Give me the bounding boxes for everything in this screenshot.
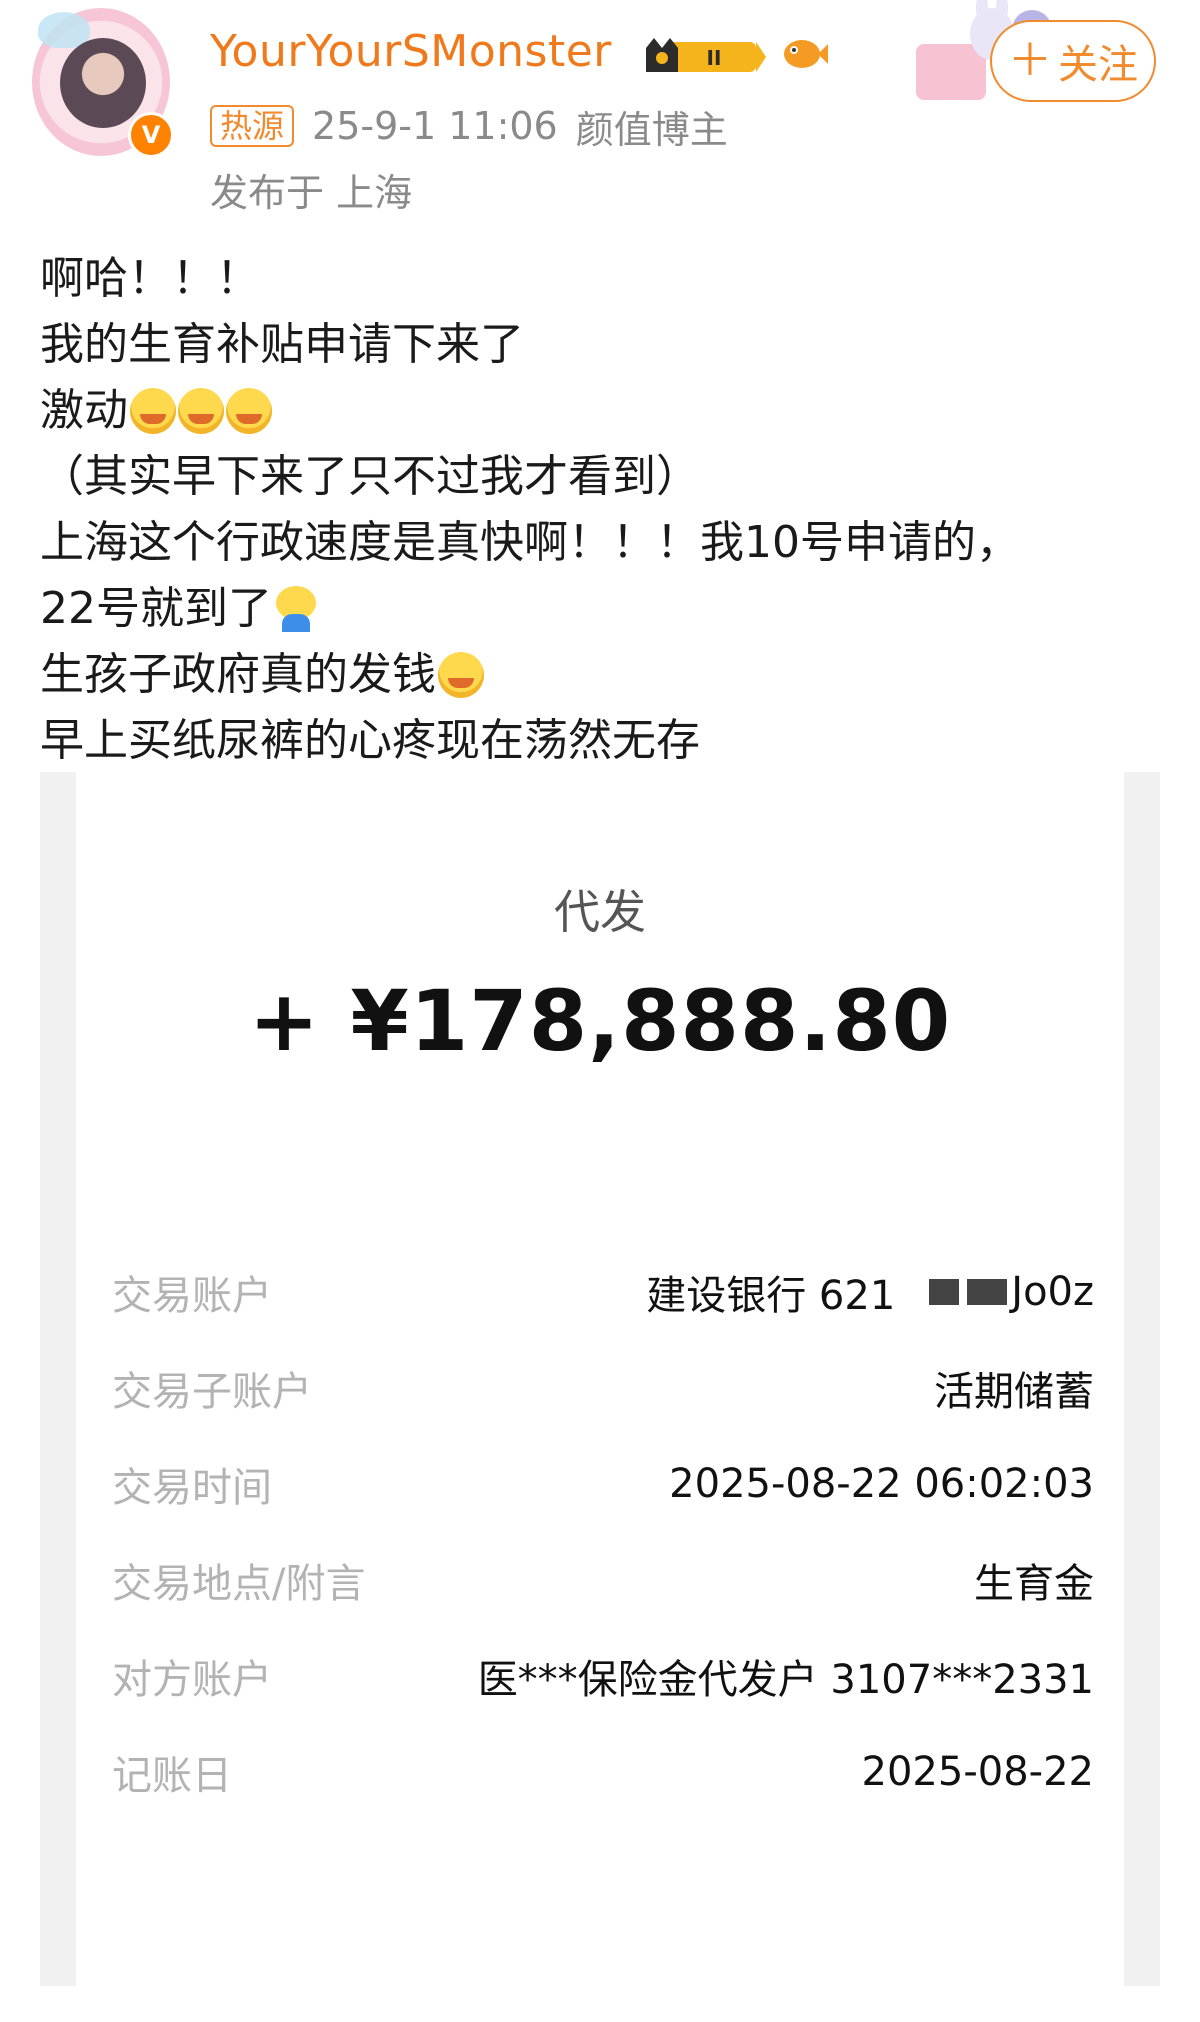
follow-label: 关注 xyxy=(1058,42,1138,88)
detail-row-note: 交易地点/附言 生育金 xyxy=(76,1550,1124,1610)
detail-row-subaccount: 交易子账户 活期储蓄 xyxy=(76,1358,1124,1418)
follow-button[interactable]: ＋ 关注 xyxy=(990,20,1156,102)
post-line: （其实早下来了只不过我才看到） xyxy=(40,444,1170,510)
post-line: 生孩子政府真的发钱 xyxy=(40,642,1170,708)
facepalm-emoji xyxy=(276,586,316,632)
verified-icon: V xyxy=(128,112,174,158)
crying-emoji xyxy=(438,652,484,698)
post-line-text: 激动 xyxy=(40,385,128,436)
crying-emoji xyxy=(226,388,272,434)
post-line-text: （其实早下来了只不过我才看到） xyxy=(40,451,700,502)
post-line-text: 22号就到了 xyxy=(40,583,272,634)
post-line-text: 啊哈！！！ xyxy=(40,253,260,304)
post-line-text: 生孩子政府真的发钱 xyxy=(40,649,436,700)
account-bank: 建设银行 621 xyxy=(646,1273,896,1319)
post-line: 我的生育补贴申请下来了 xyxy=(40,312,1170,378)
post-line: 啊哈！！！ xyxy=(40,246,1170,312)
level-badge-text: II xyxy=(707,46,722,70)
redaction-mark xyxy=(967,1279,1008,1305)
post-line-text: 早上买纸尿裤的心疼现在荡然无存 xyxy=(40,715,700,766)
post-line-text: 上海这个行政速度是真快啊！！！我10号申请的， xyxy=(40,517,1020,568)
detail-row-account: 交易账户 建设银行 621 Jo0z xyxy=(76,1262,1124,1322)
crying-emoji xyxy=(130,388,176,434)
detail-value: 医***保险金代发户 3107***2331 xyxy=(477,1657,1094,1703)
detail-label: 记账日 xyxy=(112,1753,232,1799)
detail-value: 2025-08-22 06:02:03 xyxy=(669,1461,1094,1507)
detail-label: 对方账户 xyxy=(112,1657,272,1703)
account-suffix: Jo0z xyxy=(1011,1269,1094,1315)
redaction-mark xyxy=(929,1279,960,1305)
detail-label: 交易地点/附言 xyxy=(112,1561,366,1607)
username[interactable]: YourYourSMonster xyxy=(210,26,612,77)
post-line: 早上买纸尿裤的心疼现在荡然无存 xyxy=(40,708,1170,774)
post-text: 啊哈！！！ 我的生育补贴申请下来了 激动 （其实早下来了只不过我才看到） 上海这… xyxy=(40,246,1170,774)
detail-value: 2025-08-22 xyxy=(861,1749,1094,1795)
avatar-photo xyxy=(60,38,146,128)
detail-value: 建设银行 621 Jo0z xyxy=(646,1263,1094,1321)
level-crown-icon: II xyxy=(646,38,766,72)
detail-row-posting-date: 记账日 2025-08-22 xyxy=(76,1742,1124,1802)
avatar[interactable]: V xyxy=(32,8,174,158)
post-line: 上海这个行政速度是真快啊！！！我10号申请的， xyxy=(40,510,1170,576)
fish-icon xyxy=(784,40,828,68)
plus-icon: ＋ xyxy=(1008,35,1052,86)
post-image[interactable]: 代发 + ¥178,888.80 交易账户 建设银行 621 Jo0z 交易子账… xyxy=(40,772,1160,1986)
detail-label: 交易子账户 xyxy=(112,1369,312,1415)
detail-label: 交易账户 xyxy=(112,1273,272,1319)
location: 发布于 上海 xyxy=(210,171,413,215)
user-title: 颜值博主 xyxy=(575,107,728,152)
post-line: 22号就到了 xyxy=(40,576,1170,642)
detail-value: 活期储蓄 xyxy=(934,1369,1094,1415)
detail-value: 生育金 xyxy=(974,1561,1094,1607)
detail-label: 交易时间 xyxy=(112,1465,272,1511)
receipt-amount: + ¥178,888.80 xyxy=(248,972,952,1070)
timestamp: 25-9-1 11:06 xyxy=(312,104,558,148)
post-line: 激动 xyxy=(40,378,1170,444)
detail-row-counterparty: 对方账户 医***保险金代发户 3107***2331 xyxy=(76,1646,1124,1706)
hot-tag: 热源 xyxy=(210,105,295,147)
post-meta: 热源 25-9-1 11:06 颜值博主 xyxy=(210,104,728,152)
post-line-text: 我的生育补贴申请下来了 xyxy=(40,319,524,370)
receipt-title: 代发 xyxy=(554,885,646,939)
crying-emoji xyxy=(178,388,224,434)
detail-row-time: 交易时间 2025-08-22 06:02:03 xyxy=(76,1454,1124,1514)
receipt-card: 代发 + ¥178,888.80 交易账户 建设银行 621 Jo0z 交易子账… xyxy=(76,772,1124,1986)
